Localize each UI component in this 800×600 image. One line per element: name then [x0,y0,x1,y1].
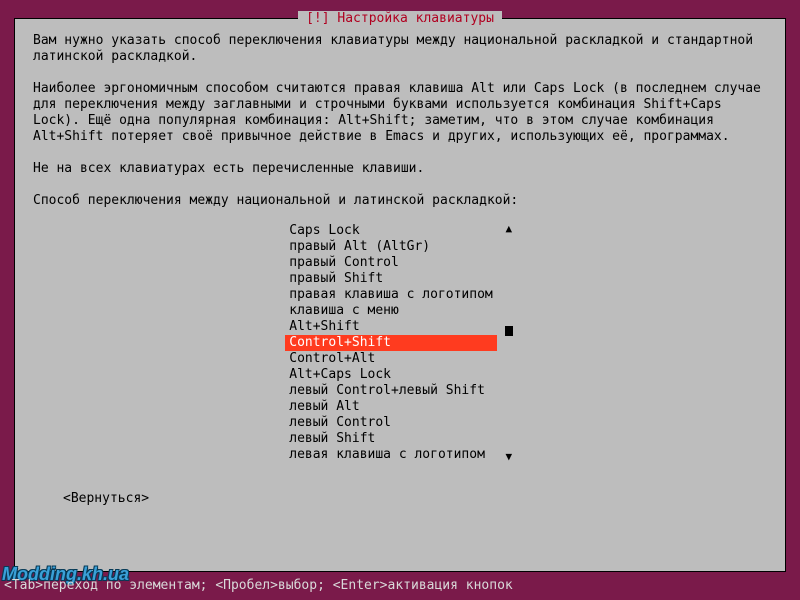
option-item[interactable]: правый Control [285,255,497,271]
back-button[interactable]: <Вернуться> [63,491,149,507]
footer-hint: <Tab>переход по элементам; <Пробел>выбор… [4,578,513,594]
dialog-title: [!] Настройка клавиатуры [298,11,502,27]
option-item[interactable]: правая клавиша с логотипом [285,287,497,303]
scrollbar[interactable]: ▲ ▼ [503,223,515,463]
paragraph-3: Не на всех клавиатурах есть перечисленны… [33,161,767,177]
scroll-up-icon[interactable]: ▲ [505,223,512,235]
option-item[interactable]: правый Alt (AltGr) [285,239,497,255]
paragraph-1: Вам нужно указать способ переключения кл… [33,33,767,65]
dialog-content: Вам нужно указать способ переключения кл… [15,19,785,521]
option-item[interactable]: правый Shift [285,271,497,287]
option-item[interactable]: левый Alt [285,399,497,415]
dialog-title-bar: [!] Настройка клавиатуры [15,11,785,27]
scroll-down-icon[interactable]: ▼ [505,451,512,463]
option-item[interactable]: Control+Alt [285,351,497,367]
option-item[interactable]: Caps Lock [285,223,497,239]
keyboard-config-dialog: [!] Настройка клавиатуры Вам нужно указа… [14,18,786,572]
prompt-label: Способ переключения между национальной и… [33,193,767,209]
option-item[interactable]: клавиша с меню [285,303,497,319]
option-item[interactable]: левая клавиша с логотипом [285,447,497,463]
option-item[interactable]: левый Shift [285,431,497,447]
option-item[interactable]: левый Control+левый Shift [285,383,497,399]
paragraph-2: Наиболее эргономичным способом считаются… [33,81,767,145]
options-list-wrap: Caps Lockправый Alt (AltGr)правый Contro… [33,223,767,463]
option-item[interactable]: левый Control [285,415,497,431]
option-item[interactable]: Alt+Shift [285,319,497,335]
scroll-track[interactable] [505,235,513,451]
options-list[interactable]: Caps Lockправый Alt (AltGr)правый Contro… [285,223,515,463]
option-item[interactable]: Alt+Caps Lock [285,367,497,383]
scroll-thumb[interactable] [505,326,513,336]
option-item[interactable]: Control+Shift [285,335,497,351]
